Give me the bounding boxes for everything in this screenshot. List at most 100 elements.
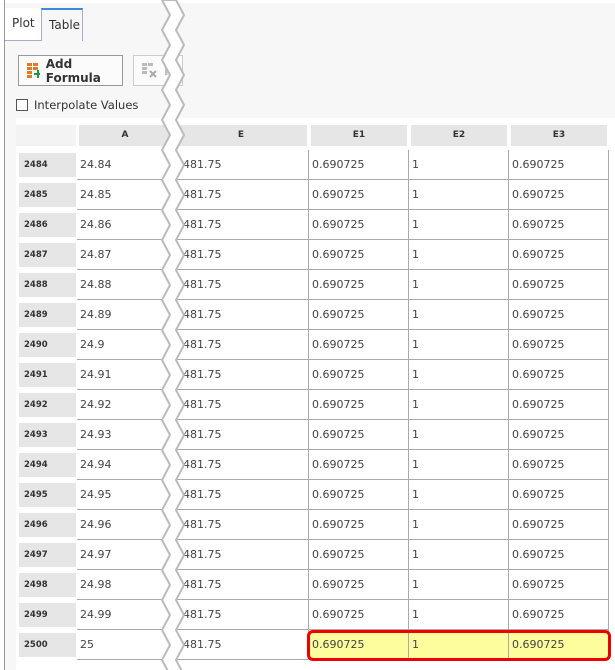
table-cell-e[interactable]: 2481.75 xyxy=(173,300,309,330)
tab-table[interactable]: Table xyxy=(41,8,83,41)
row-header[interactable]: 2488 xyxy=(19,273,76,297)
add-formula-label: Add Formula xyxy=(45,56,101,85)
row-header[interactable]: 2486 xyxy=(19,213,76,237)
table-cell-e3[interactable]: 0.690725 xyxy=(509,240,609,270)
table-cell-e1[interactable]: 0.690725 xyxy=(309,270,409,300)
table-cell-e3[interactable]: 0.690725 xyxy=(509,450,609,480)
table-cell-e[interactable]: 2481.75 xyxy=(173,600,309,630)
table-cell-e2[interactable]: 1 xyxy=(409,180,509,210)
table-cell-e1[interactable]: 0.690725 xyxy=(309,180,409,210)
table-cell-e3[interactable]: 0.690725 xyxy=(509,180,609,210)
column-header-e1[interactable]: E1 xyxy=(311,125,407,146)
row-header[interactable]: 2484 xyxy=(19,153,76,177)
table-cell-e[interactable]: 2481.75 xyxy=(173,570,309,600)
data-table: A E E1 E2 E3 2484 24.84 2481.75 0.690725 1 0.69072… xyxy=(16,118,615,670)
column-header-e3[interactable]: E3 xyxy=(511,125,607,146)
table-cell-e2[interactable]: 1 xyxy=(409,360,509,390)
table-cell-e[interactable]: 2481.75 xyxy=(173,540,309,570)
table-cell-e3[interactable]: 0.690725 xyxy=(509,510,609,540)
row-header[interactable]: 2492 xyxy=(19,393,76,417)
cut-marker-zigzag xyxy=(160,0,186,670)
remove-formula-icon xyxy=(142,62,157,78)
table-cell-e2[interactable]: 1 xyxy=(409,510,509,540)
table-cell-e2[interactable]: 1 xyxy=(409,420,509,450)
table-cell-e2[interactable]: 1 xyxy=(409,330,509,360)
row-header[interactable]: 2495 xyxy=(19,483,76,507)
row-header[interactable]: 2491 xyxy=(19,363,76,387)
row-header[interactable]: 2494 xyxy=(19,453,76,477)
table-cell-e3[interactable]: 0.690725 xyxy=(509,330,609,360)
table-cell-e1[interactable]: 0.690725 xyxy=(309,510,409,540)
table-cell-e[interactable]: 2481.75 xyxy=(173,330,309,360)
table-cell-e2[interactable]: 1 xyxy=(409,450,509,480)
add-formula-button[interactable]: Add Formula xyxy=(18,55,123,86)
table-cell-e1[interactable]: 0.690725 xyxy=(309,420,409,450)
row-header[interactable]: 2498 xyxy=(19,573,76,597)
table-cell-e2[interactable]: 1 xyxy=(409,600,509,630)
table-cell-e1[interactable]: 0.690725 xyxy=(309,150,409,180)
column-header-e2[interactable]: E2 xyxy=(411,125,507,146)
row-header[interactable]: 2500 xyxy=(19,633,76,657)
table-cell-e2[interactable]: 1 xyxy=(409,540,509,570)
table-cell-e[interactable]: 2481.75 xyxy=(173,510,309,540)
row-header[interactable]: 2487 xyxy=(19,243,76,267)
tab-plot[interactable]: Plot xyxy=(5,8,42,41)
table-cell-e1[interactable]: 0.690725 xyxy=(309,480,409,510)
interpolate-values-label: Interpolate Values xyxy=(34,98,139,112)
table-cell-e[interactable]: 2481.75 xyxy=(173,150,309,180)
table-cell-e1[interactable]: 0.690725 xyxy=(309,210,409,240)
table-cell-e3[interactable]: 0.690725 xyxy=(509,540,609,570)
checkbox-box[interactable] xyxy=(16,99,28,111)
row-header[interactable]: 2497 xyxy=(19,543,76,567)
table-cell-e1[interactable]: 0.690725 xyxy=(309,450,409,480)
top-strip xyxy=(5,0,615,3)
table-cell-e[interactable]: 2481.75 xyxy=(173,480,309,510)
table-cell-e[interactable]: 2481.75 xyxy=(173,360,309,390)
table-cell-e2[interactable]: 1 xyxy=(409,480,509,510)
table-cell-e[interactable]: 2481.75 xyxy=(173,390,309,420)
table-cell-e[interactable]: 2481.75 xyxy=(173,240,309,270)
table-cell-e3[interactable]: 0.690725 xyxy=(509,390,609,420)
table-cell-e1[interactable]: 0.690725 xyxy=(309,300,409,330)
table-cell-e1[interactable]: 0.690725 xyxy=(309,360,409,390)
row-header[interactable]: 2496 xyxy=(19,513,76,537)
table-cell-e2[interactable]: 1 xyxy=(409,390,509,420)
table-cell-e2[interactable]: 1 xyxy=(409,570,509,600)
table-cell-e1[interactable]: 0.690725 xyxy=(309,570,409,600)
table-cell-e2[interactable]: 1 xyxy=(409,210,509,240)
table-cell-e2[interactable]: 1 xyxy=(409,150,509,180)
table-cell-e[interactable]: 2481.75 xyxy=(173,630,309,660)
table-cell-e[interactable]: 2481.75 xyxy=(173,270,309,300)
row-header[interactable]: 2485 xyxy=(19,183,76,207)
row-header[interactable]: 2493 xyxy=(19,423,76,447)
column-header-e[interactable]: E xyxy=(175,125,307,146)
table-cell-e1[interactable]: 0.690725 xyxy=(309,240,409,270)
corner-header xyxy=(16,125,76,146)
table-cell-e[interactable]: 2481.75 xyxy=(173,210,309,240)
table-cell-e3[interactable]: 0.690725 xyxy=(509,270,609,300)
table-cell-e1[interactable]: 0.690725 xyxy=(309,330,409,360)
table-cell-e3[interactable]: 0.690725 xyxy=(509,420,609,450)
table-cell-e2[interactable]: 1 xyxy=(409,300,509,330)
table-cell-e3[interactable]: 0.690725 xyxy=(509,480,609,510)
row-header[interactable]: 2489 xyxy=(19,303,76,327)
table-cell-e3[interactable]: 0.690725 xyxy=(509,570,609,600)
row-header[interactable]: 2499 xyxy=(19,603,76,627)
interpolate-values-checkbox[interactable]: Interpolate Values xyxy=(16,98,138,112)
table-cell-e3[interactable]: 0.690725 xyxy=(509,600,609,630)
table-cell-e2[interactable]: 1 xyxy=(409,270,509,300)
table-cell-e[interactable]: 2481.75 xyxy=(173,450,309,480)
table-cell-e3[interactable]: 0.690725 xyxy=(509,360,609,390)
table-cell-e2[interactable]: 1 xyxy=(409,240,509,270)
table-cell-e[interactable]: 2481.75 xyxy=(173,180,309,210)
row-header[interactable]: 2490 xyxy=(19,333,76,357)
table-cell-e3[interactable]: 0.690725 xyxy=(509,150,609,180)
table-cell-e[interactable]: 2481.75 xyxy=(173,420,309,450)
table-cell-e3[interactable]: 0.690725 xyxy=(509,300,609,330)
add-formula-icon xyxy=(27,62,40,78)
table-cell-e1[interactable]: 0.690725 xyxy=(309,540,409,570)
table-cell-e3[interactable]: 0.690725 xyxy=(509,210,609,240)
table-cell-e1[interactable]: 0.690725 xyxy=(309,390,409,420)
table-cell-e1[interactable]: 0.690725 xyxy=(309,600,409,630)
selection-highlight xyxy=(307,630,611,661)
